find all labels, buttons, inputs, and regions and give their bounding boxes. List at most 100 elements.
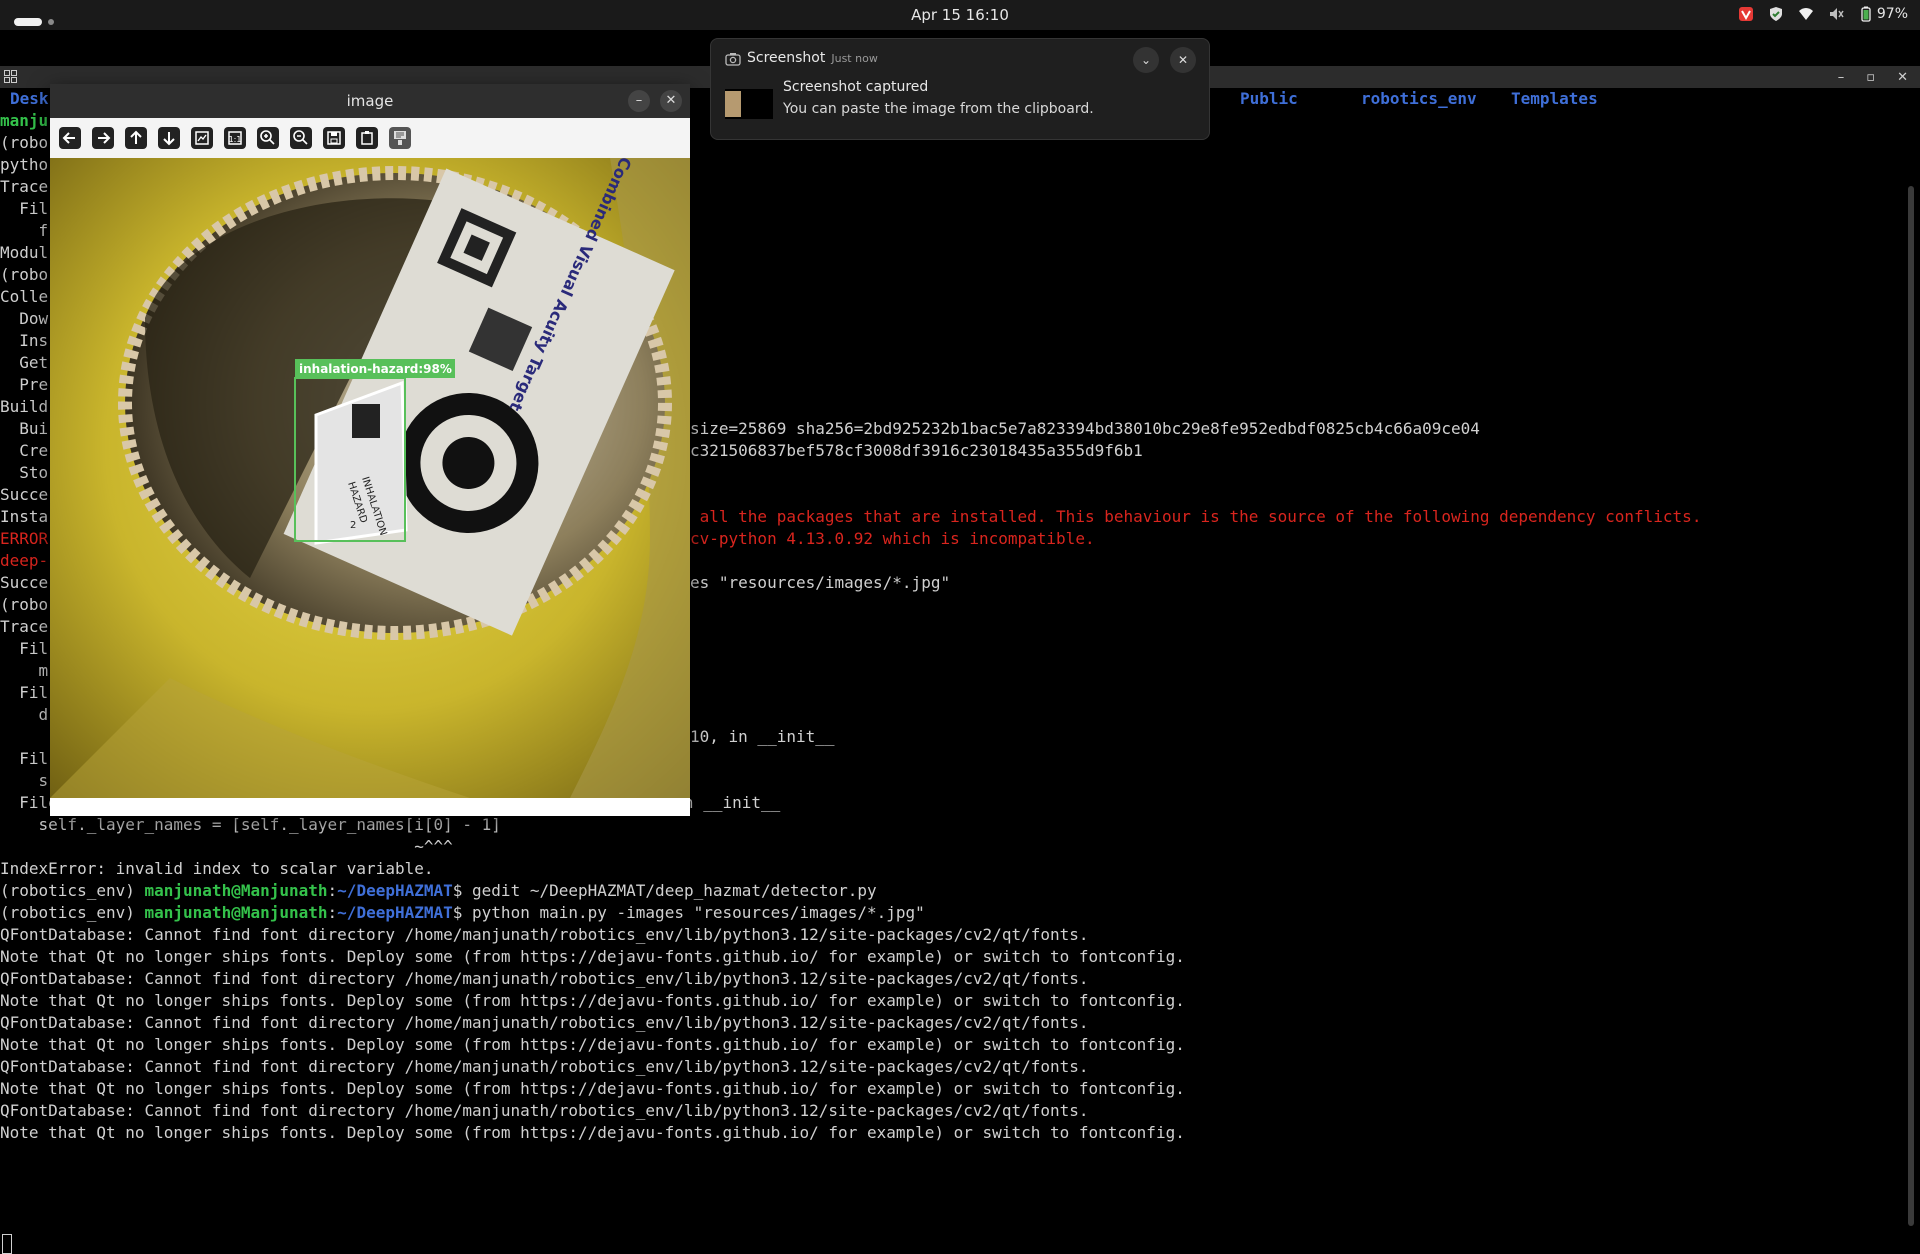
terminal-line-fragment: s — [0, 771, 49, 790]
terminal-line-fragment: Pre — [0, 375, 49, 394]
terminal-text-segment: Note that Qt no longer ships fonts. Depl… — [0, 947, 1185, 966]
svg-text:1:1: 1:1 — [229, 135, 242, 144]
terminal-text-segment: ~/DeepHAZMAT — [337, 881, 453, 900]
terminal-text-segment: $ gedit ~/DeepHAZMAT/deep_hazmat/detecto… — [452, 881, 877, 900]
pan-down-icon[interactable] — [157, 126, 181, 150]
terminal-text-segment: Note that Qt no longer ships fonts. Depl… — [0, 1035, 1185, 1054]
terminal-line: Note that Qt no longer ships fonts. Depl… — [0, 946, 1185, 968]
screenshot-thumbnail[interactable] — [725, 89, 773, 119]
tab-overview-icon[interactable] — [4, 70, 17, 83]
system-tray[interactable]: 97% — [1738, 6, 1908, 22]
zoom-original-icon[interactable]: 1:1 — [223, 126, 247, 150]
terminal-line-fragment: manju — [0, 111, 49, 130]
terminal-line: Note that Qt no longer ships fonts. Depl… — [0, 1034, 1185, 1056]
terminal-line: QFontDatabase: Cannot find font director… — [0, 924, 1089, 946]
terminal-maximize-button[interactable]: ▫ — [1866, 70, 1875, 85]
detection-image[interactable]: Combined Visual Acuity Target INHALATION… — [50, 158, 690, 798]
terminal-line-fragment: (robo — [0, 265, 49, 284]
terminal-line-fragment: Bui — [0, 419, 49, 438]
terminal-text-segment: QFontDatabase: Cannot find font director… — [0, 969, 1089, 988]
volume-muted-icon[interactable] — [1828, 6, 1844, 22]
terminal-text-segment: Note that Qt no longer ships fonts. Depl… — [0, 1079, 1185, 1098]
properties-icon[interactable] — [388, 126, 412, 150]
active-workspace-pill[interactable] — [14, 17, 42, 26]
terminal-close-button[interactable]: ✕ — [1897, 70, 1908, 85]
shield-icon[interactable] — [1768, 6, 1784, 22]
terminal-line-fragment: Cre — [0, 441, 49, 460]
notification-app-name: Screenshot — [747, 50, 826, 66]
zoom-out-icon[interactable] — [289, 126, 313, 150]
pan-left-icon[interactable] — [58, 126, 82, 150]
terminal-text-segment: (robotics_env) — [0, 903, 145, 922]
terminal-text-segment: QFontDatabase: Cannot find font director… — [0, 1057, 1089, 1076]
terminal-line: QFontDatabase: Cannot find font director… — [0, 1012, 1089, 1034]
dir-entry: robotics_env — [1361, 89, 1477, 108]
battery-percent: 97% — [1876, 6, 1908, 22]
terminal-line: IndexError: invalid index to scalar vari… — [0, 858, 433, 880]
pan-up-icon[interactable] — [124, 126, 148, 150]
clock-text[interactable]: Apr 15 16:10 — [911, 6, 1009, 24]
image-viewer-window[interactable]: image – ✕ 1:1 Combined Visual Acuity Tar… — [50, 84, 690, 816]
terminal-scrollbar[interactable] — [1908, 186, 1914, 1226]
pan-right-icon[interactable] — [91, 126, 115, 150]
workspace-indicator[interactable] — [14, 11, 54, 30]
terminal-line-fragment: Fil — [0, 683, 49, 702]
terminal-line-fragment: Sto — [0, 463, 49, 482]
save-icon[interactable] — [322, 126, 346, 150]
terminal-line-fragment: pytho — [0, 155, 49, 174]
terminal-line-fragment: Trace — [0, 177, 49, 196]
image-window-title: image — [346, 92, 394, 110]
terminal-line-fragment: f — [0, 221, 49, 240]
copy-clipboard-icon[interactable] — [355, 126, 379, 150]
terminal-line-fragment: Succe — [0, 573, 49, 592]
terminal-text-segment: manjunath@Manjunath — [144, 903, 328, 922]
terminal-text-segment: ~^^^ — [0, 837, 453, 856]
image-window-minimize-button[interactable]: – — [628, 90, 650, 112]
terminal-text-segment: QFontDatabase: Cannot find font director… — [0, 1101, 1089, 1120]
terminal-text-segment: Note that Qt no longer ships fonts. Depl… — [0, 991, 1185, 1010]
vivaldi-icon[interactable] — [1738, 6, 1754, 22]
terminal-line: self._layer_names = [self._layer_names[i… — [0, 814, 501, 836]
terminal-line-fragment: Fil — [0, 199, 49, 218]
terminal-line-fragment: Dow — [0, 309, 49, 328]
terminal-line-fragment: Get — [0, 353, 49, 372]
terminal-line-fragment: Colle — [0, 287, 49, 306]
notification-close-button[interactable]: ✕ — [1170, 47, 1196, 73]
terminal-line-fragment: es "resources/images/*.jpg" — [690, 573, 951, 592]
placard-line-3: 2 — [350, 520, 356, 531]
terminal-line-fragment: Succe — [0, 485, 49, 504]
notification-header: Screenshot Just now — [747, 50, 878, 66]
terminal-line-fragment: (robo — [0, 595, 49, 614]
battery-status[interactable]: 97% — [1858, 6, 1908, 22]
workspace-dot[interactable] — [48, 18, 54, 25]
zoom-fit-icon[interactable] — [190, 126, 214, 150]
detection-label: inhalation-hazard:98% — [299, 362, 452, 376]
image-toolbar: 1:1 — [50, 118, 690, 158]
terminal-line: (robotics_env) manjunath@Manjunath:~/Dee… — [0, 902, 925, 924]
notification-body: You can paste the image from the clipboa… — [783, 101, 1094, 117]
clock: Apr 15 16:10 — [0, 6, 1920, 24]
terminal-line-fragment: c321506837bef578cf3008df3916c23018435a35… — [690, 441, 1143, 460]
terminal-text-segment: ~/DeepHAZMAT — [337, 903, 453, 922]
screenshot-notification[interactable]: Screenshot Just now ⌄ ✕ Screenshot captur… — [710, 38, 1210, 140]
terminal-line: QFontDatabase: Cannot find font director… — [0, 968, 1089, 990]
terminal-line: (robotics_env) manjunath@Manjunath:~/Dee… — [0, 880, 877, 902]
terminal-text-segment: self._layer_names = [self._layer_names[i… — [0, 815, 501, 834]
zoom-in-icon[interactable] — [256, 126, 280, 150]
terminal-line-fragment: Ins — [0, 331, 49, 350]
terminal-text-segment: : — [327, 903, 338, 922]
wifi-icon[interactable] — [1798, 6, 1814, 22]
terminal-line-fragment: Fil — [0, 639, 49, 658]
terminal-line: QFontDatabase: Cannot find font director… — [0, 1056, 1089, 1078]
battery-icon — [1861, 6, 1871, 22]
notification-title: Screenshot captured — [783, 79, 929, 95]
terminal-text-segment: (robotics_env) — [0, 881, 145, 900]
image-window-titlebar[interactable]: image – ✕ — [50, 84, 690, 118]
terminal-line-fragment: 10, in __init__ — [690, 727, 835, 746]
terminal-line: QFontDatabase: Cannot find font director… — [0, 1100, 1089, 1122]
notification-expand-button[interactable]: ⌄ — [1133, 47, 1159, 73]
terminal-cursor — [2, 1234, 12, 1254]
terminal-minimize-button[interactable]: – — [1838, 70, 1845, 85]
image-window-close-button[interactable]: ✕ — [660, 90, 682, 112]
terminal-line-fragment: Fil — [0, 749, 49, 768]
